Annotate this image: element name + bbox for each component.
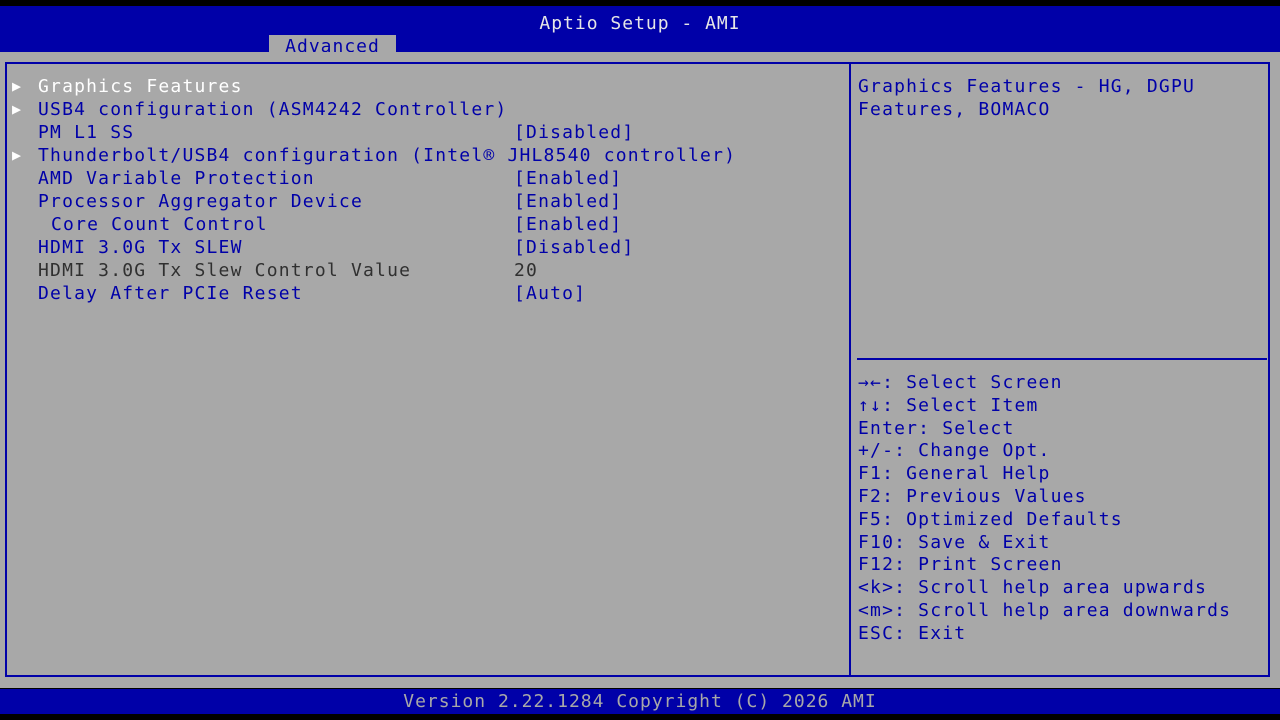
menu-item-label: Core Count Control: [51, 214, 268, 235]
key-select-item: ↑↓: Select Item: [858, 394, 1039, 416]
version-footer: Version 2.22.1284 Copyright (C) 2026 AMI: [0, 689, 1280, 714]
menu-item-core-count-control[interactable]: Core Count Control [Enabled]: [8, 213, 848, 236]
submenu-arrow-icon: ▶: [12, 77, 23, 95]
menu-item-label: Graphics Features: [38, 76, 243, 97]
submenu-arrow-icon: ▶: [12, 100, 23, 118]
menu-item-amd-variable-protection[interactable]: AMD Variable Protection [Enabled]: [8, 167, 848, 190]
key-f10: F10: Save & Exit: [858, 531, 1051, 553]
menu-item-label: HDMI 3.0G Tx SLEW: [38, 237, 243, 258]
menu-item-label: AMD Variable Protection: [38, 168, 315, 189]
key-f12: F12: Print Screen: [858, 554, 1063, 576]
menu-item-label: USB4 configuration (ASM4242 Controller): [38, 99, 508, 120]
help-line: Graphics Features - HG, DGPU: [858, 76, 1196, 97]
menu-item-label: PM L1 SS: [38, 122, 135, 143]
menu-item-value[interactable]: [Disabled]: [514, 121, 634, 144]
help-text: Graphics Features - HG, DGPU Features, B…: [858, 75, 1268, 121]
menu-item-label: Delay After PCIe Reset: [38, 283, 303, 304]
help-divider: [857, 358, 1267, 360]
menu-item-hdmi-tx-slew-control-value: HDMI 3.0G Tx Slew Control Value 20: [8, 259, 848, 282]
menu-item-hdmi-tx-slew[interactable]: HDMI 3.0G Tx SLEW [Disabled]: [8, 236, 848, 259]
key-esc: ESC: Exit: [858, 622, 967, 644]
menu-item-processor-aggregator-device[interactable]: Processor Aggregator Device [Enabled]: [8, 190, 848, 213]
menu-item-label: Thunderbolt/USB4 configuration (Intel® J…: [38, 145, 737, 166]
main-panel: ▶ Graphics Features ▶ USB4 configuration…: [0, 52, 1280, 688]
menu-item-usb4-configuration[interactable]: ▶ USB4 configuration (ASM4242 Controller…: [8, 98, 848, 121]
menu-item-graphics-features[interactable]: ▶ Graphics Features: [8, 75, 848, 98]
vertical-divider: [849, 62, 851, 677]
key-f1: F1: General Help: [858, 463, 1051, 485]
menu-item-thunderbolt-usb4-configuration[interactable]: ▶ Thunderbolt/USB4 configuration (Intel®…: [8, 144, 848, 167]
help-line: Features, BOMACO: [858, 99, 1051, 120]
menu-item-value[interactable]: [Enabled]: [514, 190, 622, 213]
title-bar: Aptio Setup - AMI Advanced: [0, 6, 1280, 58]
key-legend: →←: Select Screen ↑↓: Select Item Enter:…: [858, 371, 1231, 645]
menu-item-label: Processor Aggregator Device: [38, 191, 363, 212]
menu-item-label: HDMI 3.0G Tx Slew Control Value: [38, 260, 412, 281]
submenu-arrow-icon: ▶: [12, 146, 23, 164]
menu-item-value[interactable]: [Enabled]: [514, 213, 622, 236]
menu-item-pm-l1-ss[interactable]: PM L1 SS [Disabled]: [8, 121, 848, 144]
settings-menu: ▶ Graphics Features ▶ USB4 configuration…: [8, 75, 848, 305]
menu-item-value: 20: [514, 260, 539, 281]
menu-item-value[interactable]: [Disabled]: [514, 236, 634, 259]
app-title: Aptio Setup - AMI: [539, 13, 741, 34]
key-change-opt: +/-: Change Opt.: [858, 440, 1051, 462]
key-f2: F2: Previous Values: [858, 485, 1087, 507]
key-enter: Enter: Select: [858, 417, 1015, 439]
menu-item-delay-after-pcie-reset[interactable]: Delay After PCIe Reset [Auto]: [8, 282, 848, 305]
key-f5: F5: Optimized Defaults: [858, 508, 1123, 530]
key-scroll-up: <k>: Scroll help area upwards: [858, 577, 1208, 599]
menu-item-value[interactable]: [Enabled]: [514, 167, 622, 190]
menu-item-value[interactable]: [Auto]: [514, 282, 586, 305]
key-scroll-down: <m>: Scroll help area downwards: [858, 599, 1232, 621]
key-select-screen: →←: Select Screen: [858, 372, 1063, 393]
